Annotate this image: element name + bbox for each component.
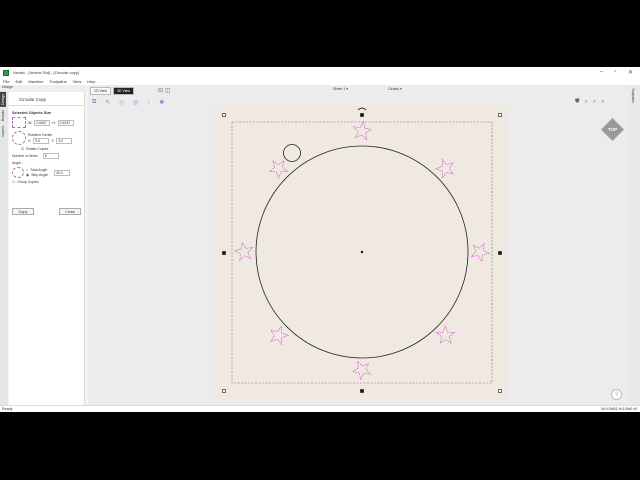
drawing-canvas[interactable] [88, 85, 628, 405]
tab-3d-view[interactable]: 3D View [112, 87, 134, 95]
minimize-button[interactable]: – [600, 69, 603, 75]
menu-help[interactable]: Help [87, 79, 95, 84]
group-copies-checkbox[interactable]: ☐ [12, 180, 15, 184]
menu-file[interactable]: File [3, 79, 9, 84]
num-items-label: Number of items [12, 154, 38, 158]
shield-icon[interactable]: ⛊ [575, 99, 580, 106]
angle-icon [12, 167, 24, 178]
split-view-icon[interactable]: ⊟ ◫ [158, 87, 170, 95]
close-panel-button[interactable]: Close [59, 208, 81, 215]
tab-boards[interactable]: Boards [0, 108, 6, 123]
tab-toolpaths[interactable]: Toolpaths [631, 88, 635, 103]
menu-edit[interactable]: Edit [15, 79, 22, 84]
center-y-field[interactable]: 5.0 [56, 137, 73, 144]
menu-bar: File Edit Machine Toolpaths View Help [0, 78, 640, 85]
center-x-field[interactable]: 5.0 [33, 137, 50, 144]
node-edit-icon[interactable]: ✎ [105, 99, 110, 106]
total-angle-radio[interactable]: ○ [26, 168, 28, 172]
selection-handle[interactable] [222, 251, 226, 255]
selection-handle[interactable] [498, 251, 502, 255]
tab-design[interactable]: Design [0, 92, 6, 107]
shape-icon[interactable]: ◇ [119, 99, 124, 106]
snap-icon[interactable]: ✱ [159, 99, 164, 106]
rotation-center-label: Rotation Center [28, 132, 53, 137]
window-title: Vectric - [Vectric Std] - [Circular copy… [13, 70, 80, 75]
angle-field[interactable]: 45.0 [54, 169, 70, 176]
selection-handle[interactable] [222, 113, 226, 117]
left-tabs: Design Boards Layers [0, 92, 8, 412]
sheet-selector[interactable]: Sheet 1 ▾ [333, 87, 348, 91]
app-window: Vectric - [Vectric Std] - [Circular copy… [0, 67, 640, 412]
step-angle-radio[interactable]: ◉ [26, 173, 29, 177]
app-icon [3, 69, 9, 76]
tab-layers[interactable]: Layers [0, 124, 6, 139]
selected-size-label: Selected Objects Size [12, 111, 52, 115]
rotate-copies-checkbox[interactable]: ☑ [21, 147, 24, 151]
panel-title: Circular Copy [9, 92, 84, 106]
zoom-toolbar: ⛊ ⌕ ⌕ ⌕ [575, 99, 605, 106]
status-bar: Ready W:0.0M01 H:0.0M0 x0 [0, 405, 640, 412]
num-items-field[interactable]: 8 [42, 153, 59, 159]
y-label: Y: [51, 138, 55, 143]
maximize-button[interactable]: ▫ [614, 69, 616, 75]
status-text: Ready [2, 407, 13, 411]
selection-handle[interactable] [498, 389, 502, 393]
view-icon[interactable]: ◎ [133, 99, 138, 106]
design-header: Design [0, 85, 86, 92]
selection-handle[interactable] [360, 113, 364, 117]
layer-selector[interactable]: Circles ▾ [388, 87, 402, 91]
rotation-center-marker[interactable] [360, 250, 364, 254]
zoom-fit-icon[interactable]: ⌕ [593, 99, 596, 106]
move-down-icon[interactable]: ↓ [147, 99, 150, 106]
copy-button[interactable]: Copy [12, 208, 34, 215]
circular-copy-panel: Circular Copy Selected Objects Size W: 0.… [9, 92, 85, 412]
coordinates-readout: W:0.0M01 H:0.0M0 x0 [601, 407, 637, 411]
menu-machine[interactable]: Machine [28, 79, 43, 84]
selection-handle[interactable] [360, 389, 364, 393]
title-bar: Vectric - [Vectric Std] - [Circular copy… [0, 67, 640, 78]
zoom-selection-icon[interactable]: ⌕ [601, 99, 604, 106]
group-copies-label: Group Copies [17, 180, 39, 184]
rotate-copies-label: Rotate Copies [26, 147, 49, 151]
help-button[interactable]: ? [611, 389, 622, 400]
view-toolbar: ⧉ ✎ ◇ ◎ ↓ ✱ [92, 99, 164, 106]
right-panel-tabs: Toolpaths [628, 85, 640, 405]
selection-handle[interactable] [222, 389, 226, 393]
zoom-in-icon[interactable]: ⌕ [585, 99, 588, 106]
view-tabs: 2D View 3D View ⊟ ◫ [90, 87, 170, 95]
canvas-svg[interactable] [88, 85, 628, 405]
x-label: X: [28, 138, 32, 143]
tab-2d-view[interactable]: 2D View [90, 87, 111, 95]
total-angle-label: Total Angle [30, 168, 48, 172]
selection-handle[interactable] [498, 113, 502, 117]
step-angle-label: Step Angle [31, 173, 48, 177]
angle-label: Angle ... [12, 161, 25, 165]
close-button[interactable]: ✕ [628, 69, 633, 76]
h-label: H: [52, 120, 56, 125]
menu-toolpaths[interactable]: Toolpaths [49, 79, 66, 84]
width-field[interactable]: 0.6657 [34, 119, 51, 126]
rotation-center-icon [12, 131, 26, 145]
w-label: W: [28, 120, 33, 125]
menu-view[interactable]: View [73, 79, 82, 84]
height-field[interactable]: 0.6332 [57, 119, 74, 126]
size-icon [12, 117, 26, 128]
select-tool-icon[interactable]: ⧉ [92, 99, 96, 106]
